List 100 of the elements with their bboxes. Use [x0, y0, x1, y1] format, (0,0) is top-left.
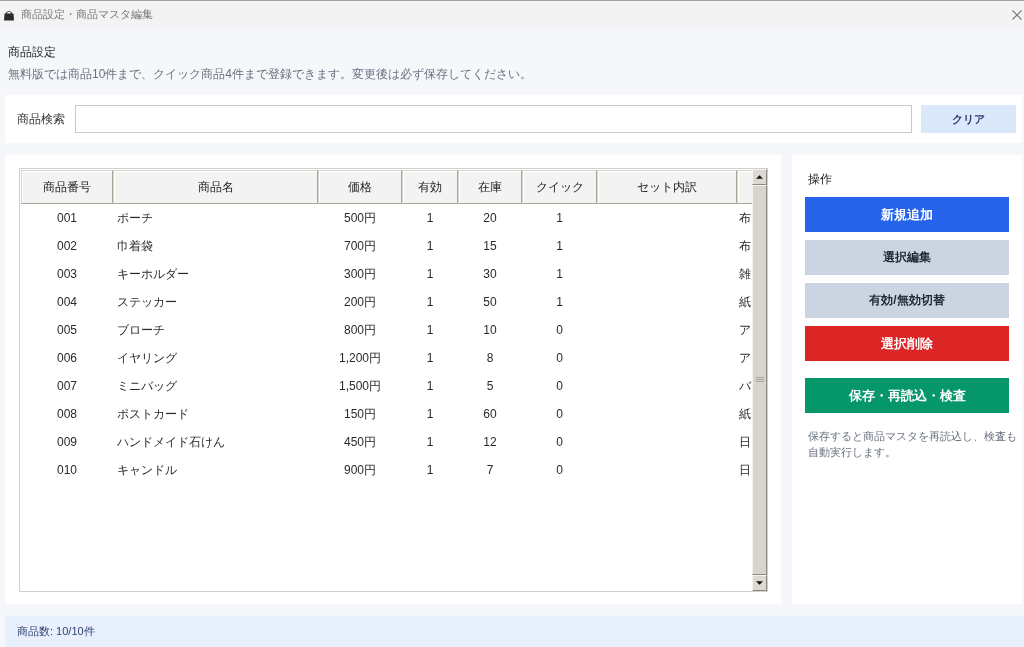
table-cell: キーホルダー: [117, 265, 189, 283]
table-cell: ア: [739, 349, 751, 367]
table-cell: 20: [483, 211, 497, 225]
table-cell: 8: [486, 351, 494, 365]
grip-icon: [755, 377, 764, 383]
table-cell: 15: [483, 239, 497, 253]
table-cell: 300円: [344, 265, 376, 283]
table-cell: 200円: [344, 293, 376, 311]
table-cell: 0: [556, 351, 563, 365]
actions-heading: 操作: [807, 171, 832, 188]
column-header[interactable]: 価格: [318, 170, 402, 204]
scrollbar-thumb[interactable]: [752, 185, 767, 575]
delete-button[interactable]: 選択削除: [805, 326, 1009, 361]
table-cell: 0: [556, 379, 563, 393]
clear-button[interactable]: クリア: [921, 105, 1016, 133]
table-cell: ブローチ: [117, 321, 165, 339]
table-cell: 004: [57, 295, 77, 309]
table-cell: 002: [57, 239, 77, 253]
table-cell: ポーチ: [117, 209, 153, 227]
table-cell: ハンドメイド石けん: [117, 433, 225, 451]
table-cell: 007: [57, 379, 77, 393]
table-cell: 巾着袋: [117, 237, 153, 255]
table-cell: 1: [426, 323, 434, 337]
table-cell: 1: [426, 351, 434, 365]
search-label: 商品検索: [17, 110, 66, 128]
table-cell: 布: [739, 237, 751, 255]
triangle-down-icon: [756, 581, 763, 585]
table-cell: 1,200円: [339, 349, 381, 367]
window-title: 商品設定・商品マスタ編集: [21, 7, 153, 22]
action-button[interactable]: 選択編集: [805, 240, 1009, 275]
table-cell: イヤリング: [117, 349, 177, 367]
table-cell: 800円: [344, 321, 376, 339]
column-header[interactable]: 商品番号: [21, 170, 113, 204]
column-header[interactable]: 有効: [402, 170, 458, 204]
column-header[interactable]: 商品名: [113, 170, 318, 204]
column-header[interactable]: セット内訳: [597, 170, 737, 204]
table-cell: 1: [426, 239, 434, 253]
bag-icon: [3, 8, 15, 21]
close-icon: [1012, 9, 1022, 20]
table-cell: 1: [426, 407, 434, 421]
item-count-text: 商品数: 10/10件: [17, 624, 95, 639]
table-cell: 10: [483, 323, 497, 337]
table-cell: 0: [556, 407, 563, 421]
table-cell: 1: [426, 295, 434, 309]
table-cell: 010: [57, 463, 77, 477]
table-cell: 日: [739, 433, 751, 451]
table-cell: 布: [739, 209, 751, 227]
save-note: 保存すると商品マスタを再読込し、検査も自動実行します。: [807, 429, 1018, 460]
table-cell: 60: [483, 407, 497, 421]
search-field[interactable]: [75, 105, 912, 133]
table-cell: 日: [739, 461, 751, 479]
table-cell: バ: [739, 377, 751, 395]
scroll-up-button[interactable]: [752, 169, 767, 185]
column-header[interactable]: クイック: [522, 170, 597, 204]
table-cell: ア: [739, 321, 751, 339]
table-cell: 1: [426, 379, 434, 393]
action-button[interactable]: 有効/無効切替: [805, 283, 1009, 318]
table-cell: 0: [556, 435, 563, 449]
table-cell: 1: [556, 295, 563, 309]
table-cell: 1: [426, 267, 434, 281]
table-cell: 1,500円: [339, 377, 381, 395]
scroll-down-button[interactable]: [752, 575, 767, 591]
table-cell: 7: [486, 463, 494, 477]
table-cell: ミニバッグ: [117, 377, 177, 395]
table-cell: 003: [57, 267, 77, 281]
table-cell: 0: [556, 323, 563, 337]
save-button[interactable]: 保存・再読込・検査: [805, 378, 1009, 413]
table-cell: キャンドル: [117, 461, 177, 479]
table-cell: 700円: [344, 237, 376, 255]
table-cell: 紙: [739, 293, 751, 311]
table-cell: 0: [556, 463, 563, 477]
table-cell: 1: [556, 239, 563, 253]
table-cell: 1: [426, 435, 434, 449]
table-cell: 50: [483, 295, 497, 309]
triangle-up-icon: [756, 175, 763, 179]
table-cell: 001: [57, 211, 77, 225]
page-heading: 商品設定: [8, 44, 56, 61]
table-cell: 009: [57, 435, 77, 449]
table-cell: 450円: [344, 433, 376, 451]
column-header[interactable]: 在庫: [458, 170, 522, 204]
table-cell: 006: [57, 351, 77, 365]
table-cell: 008: [57, 407, 77, 421]
table-cell: 005: [57, 323, 77, 337]
table-cell: 900円: [344, 461, 376, 479]
table-cell: 12: [483, 435, 497, 449]
table-cell: ステッカー: [117, 293, 177, 311]
close-button[interactable]: [1012, 9, 1022, 20]
table-cell: 1: [556, 267, 563, 281]
table-cell: 5: [486, 379, 494, 393]
table-cell: ポストカード: [117, 405, 189, 423]
table-cell: 30: [483, 267, 497, 281]
table-cell: 紙: [739, 405, 751, 423]
table-cell: 150円: [344, 405, 376, 423]
table-cell: 1: [426, 463, 434, 477]
table-cell: 500円: [344, 209, 376, 227]
table-cell: 雑: [739, 265, 751, 283]
description-text: 無料版では商品10件まで、クイック商品4件まで登録できます。変更後は必ず保存してください。: [8, 66, 533, 83]
table-cell: 1: [556, 211, 563, 225]
add-button[interactable]: 新規追加: [805, 197, 1009, 232]
table-cell: 1: [426, 211, 434, 225]
